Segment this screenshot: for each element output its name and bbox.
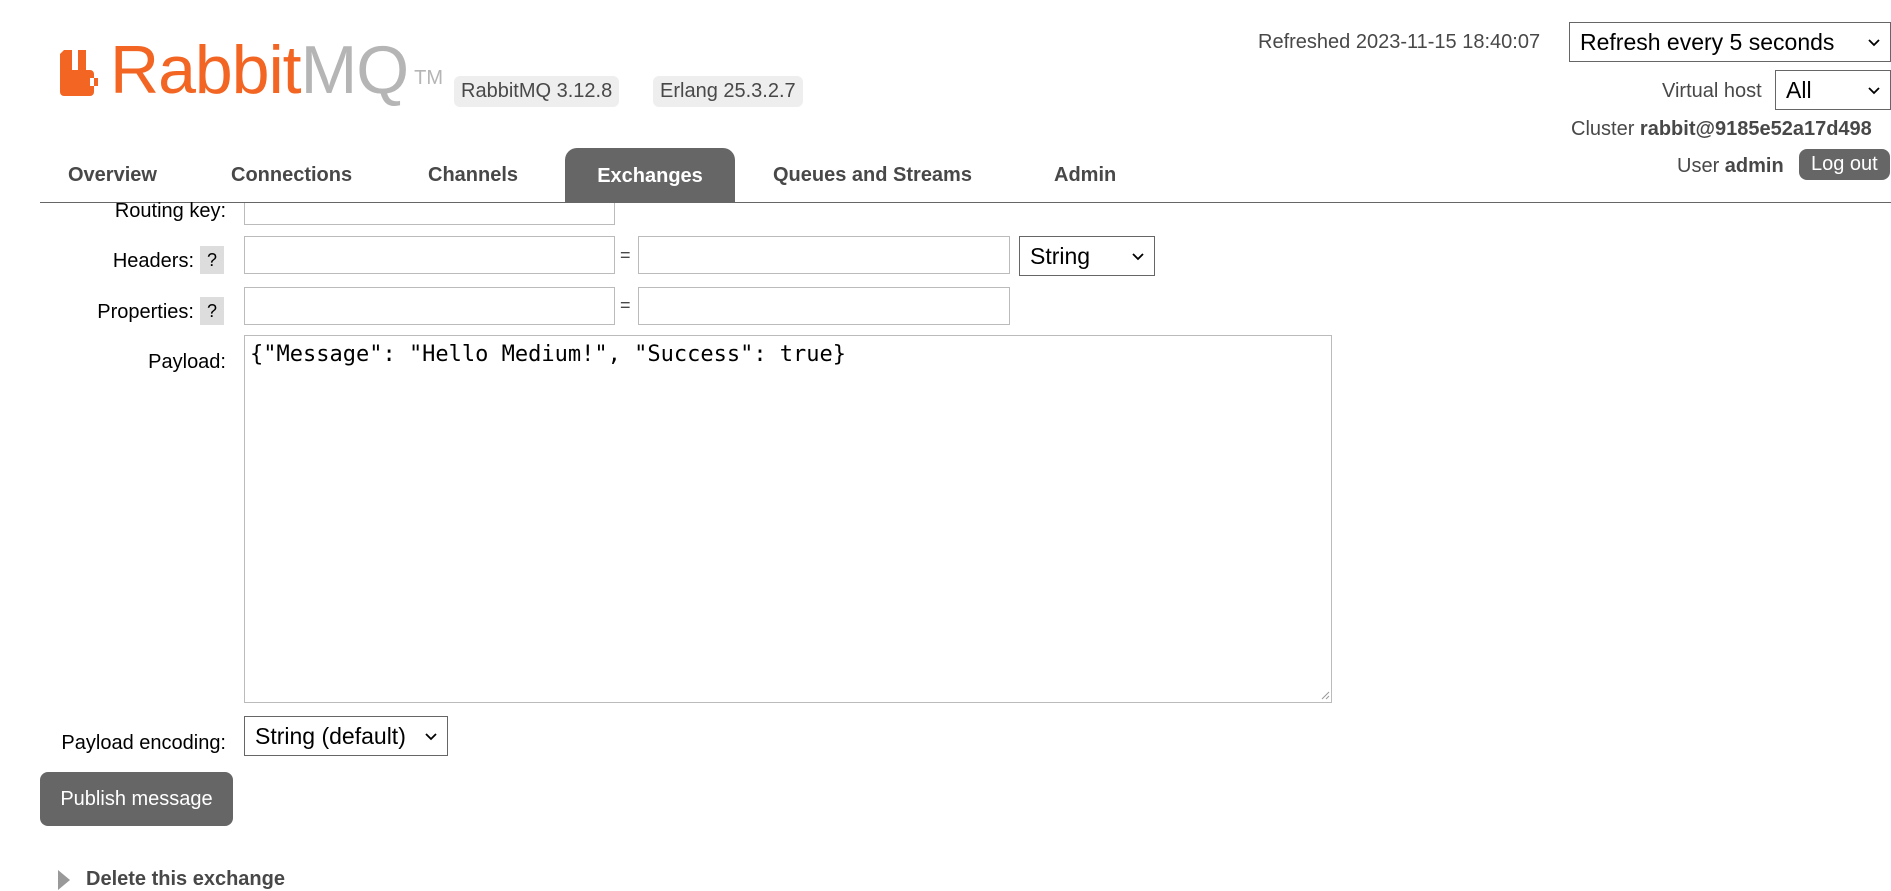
payload-encoding-value: String (default) [255,722,406,749]
user-info: User admin [1677,155,1784,178]
payload-encoding-label: Payload encoding: [61,732,226,754]
property-value-input[interactable] [638,287,1010,325]
erlang-version-badge: Erlang 25.3.2.7 [653,76,803,107]
headers-help-button[interactable]: ? [200,246,224,274]
property-equals-sign: = [620,295,631,315]
cluster-label: Cluster [1571,118,1635,140]
tab-channels[interactable]: Channels [428,164,518,187]
payload-label: Payload: [148,351,226,373]
expand-triangle-icon [58,869,70,890]
chevron-down-icon [1868,39,1880,47]
cluster-info: Cluster rabbit@9185e52a17d498 [1571,118,1872,141]
headers-label: Headers: [112,250,194,272]
chevron-down-icon [425,733,437,741]
logo-text-mq: MQ [300,32,410,108]
rabbitmq-logo[interactable]: Rabbit MQ TM [60,32,443,108]
header-type-value: String [1030,242,1091,269]
rabbitmq-version-badge: RabbitMQ 3.12.8 [454,76,620,107]
user-name: admin [1724,155,1784,177]
header-key-input[interactable] [244,236,615,274]
routing-key-label: Routing key: [114,200,226,222]
delete-exchange-label: Delete this exchange [86,868,285,890]
refresh-interval-select[interactable]: Refresh every 5 seconds [1569,22,1891,62]
resize-handle-icon[interactable] [1320,690,1330,700]
delete-exchange-toggle[interactable]: Delete this exchange [58,868,285,891]
properties-help-button[interactable]: ? [200,297,224,325]
tab-connections[interactable]: Connections [231,164,352,187]
logo-trademark: TM [414,67,443,89]
routing-key-input[interactable] [244,203,615,225]
logout-button[interactable]: Log out [1799,149,1890,180]
chevron-down-icon [1868,87,1880,95]
chevron-down-icon [1132,253,1144,261]
tab-queues-and-streams[interactable]: Queues and Streams [773,164,972,187]
payload-textarea[interactable]: {"Message": "Hello Medium!", "Success": … [244,335,1332,703]
tab-admin[interactable]: Admin [1054,164,1116,187]
tab-overview[interactable]: Overview [68,164,157,187]
property-key-input[interactable] [244,287,615,325]
refreshed-timestamp: Refreshed 2023-11-15 18:40:07 [1258,31,1541,53]
refresh-interval-value: Refresh every 5 seconds [1580,28,1835,55]
rabbitmq-logo-icon [60,50,98,96]
payload-encoding-select[interactable]: String (default) [244,716,448,756]
virtual-host-label: Virtual host [1662,80,1762,102]
header-type-select[interactable]: String [1019,236,1155,276]
cluster-name: rabbit@9185e52a17d498 [1639,118,1872,140]
publish-message-button[interactable]: Publish message [40,772,233,826]
header-value-input[interactable] [638,236,1010,274]
properties-label: Properties: [97,301,194,323]
user-label: User [1677,155,1720,177]
logo-text-rabbit: Rabbit [110,32,302,108]
virtual-host-value: All [1786,76,1812,103]
tab-exchanges[interactable]: Exchanges [565,148,735,202]
header-equals-sign: = [620,245,631,265]
virtual-host-select[interactable]: All [1775,70,1891,110]
